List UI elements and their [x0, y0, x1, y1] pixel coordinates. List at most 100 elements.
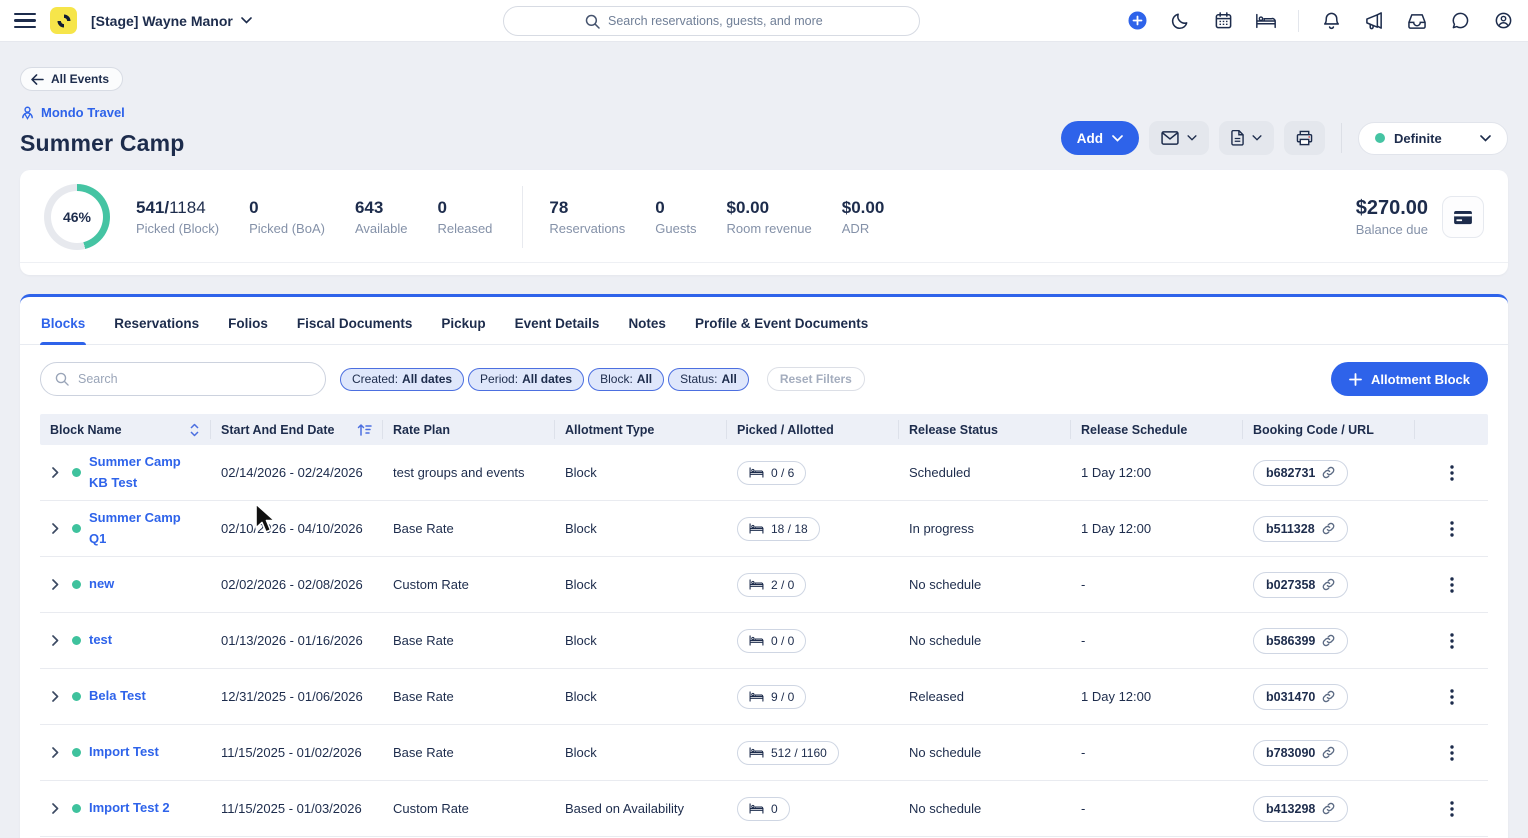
stat-label: Picked (BoA): [249, 221, 325, 236]
booking-code-chip[interactable]: b027358: [1253, 572, 1348, 598]
column-header-allotment-type[interactable]: Allotment Type: [555, 420, 727, 439]
tab-profile-event-documents[interactable]: Profile & Event Documents: [694, 297, 869, 344]
row-menu-kebab-icon[interactable]: [1442, 685, 1462, 709]
block-name-link[interactable]: Summer Camp Q1: [89, 508, 201, 548]
stat-value: $0.00: [726, 198, 811, 218]
expand-row-icon[interactable]: [46, 575, 64, 593]
column-header-rate-plan[interactable]: Rate Plan: [383, 420, 555, 439]
release-status-cell: In progress: [899, 515, 1071, 542]
stat-room-revenue: $0.00Room revenue: [726, 198, 811, 236]
block-status-dot: [72, 804, 81, 813]
block-name-link[interactable]: Import Test: [89, 742, 159, 762]
column-header-booking-code-url[interactable]: Booking Code / URL: [1243, 420, 1415, 439]
row-menu-kebab-icon[interactable]: [1442, 573, 1462, 597]
booking-code-chip[interactable]: b511328: [1253, 516, 1348, 542]
documents-actions-button[interactable]: [1219, 121, 1274, 155]
quick-add-icon[interactable]: [1126, 10, 1148, 32]
block-name-link[interactable]: Bela Test: [89, 686, 146, 706]
expand-row-icon[interactable]: [46, 520, 64, 538]
column-header-start-and-end-date[interactable]: Start And End Date: [211, 420, 383, 439]
stats-divider: [522, 186, 523, 248]
filter-pill-created[interactable]: Created: All dates: [340, 368, 464, 391]
booking-code-chip[interactable]: b783090: [1253, 740, 1348, 766]
print-button[interactable]: [1284, 121, 1325, 155]
chat-icon[interactable]: [1449, 10, 1471, 32]
add-allotment-block-button[interactable]: Allotment Block: [1331, 362, 1488, 396]
add-button[interactable]: Add: [1061, 121, 1139, 155]
expand-row-icon[interactable]: [46, 464, 64, 482]
tab-event-details[interactable]: Event Details: [514, 297, 601, 344]
credit-card-icon: [1453, 210, 1473, 225]
column-header-block-name[interactable]: Block Name: [40, 420, 211, 439]
filter-pill-status[interactable]: Status: All: [668, 368, 749, 391]
tab-folios[interactable]: Folios: [227, 297, 269, 344]
block-name-link[interactable]: Summer Camp KB Test: [89, 452, 201, 492]
expand-row-icon[interactable]: [46, 743, 64, 761]
blocks-search-input[interactable]: [78, 372, 288, 386]
reset-filters-button[interactable]: Reset Filters: [767, 367, 865, 391]
stat-released: 0Released: [437, 198, 492, 236]
expand-row-icon[interactable]: [46, 799, 64, 817]
booking-code-chip[interactable]: b682731: [1253, 460, 1348, 486]
sort-icon[interactable]: [189, 423, 200, 437]
chevron-down-icon: [1480, 135, 1491, 142]
account-avatar-icon[interactable]: [1492, 10, 1514, 32]
brand-logo[interactable]: [50, 7, 77, 34]
column-header-picked-allotted[interactable]: Picked / Allotted: [727, 420, 899, 439]
payments-button[interactable]: [1442, 196, 1484, 238]
tab-reservations[interactable]: Reservations: [113, 297, 200, 344]
tab-notes[interactable]: Notes: [627, 297, 667, 344]
row-menu-kebab-icon[interactable]: [1442, 629, 1462, 653]
picked-allotted-chip: 0: [737, 797, 790, 821]
block-status-dot: [72, 692, 81, 701]
filter-pills: Created: All datesPeriod: All datesBlock…: [336, 368, 749, 391]
chevron-down-icon: [1252, 135, 1262, 141]
row-menu-kebab-icon[interactable]: [1442, 741, 1462, 765]
picked-allotted-cell: 512 / 1160: [727, 735, 899, 771]
booking-code-chip[interactable]: b586399: [1253, 628, 1348, 654]
dark-mode-icon[interactable]: [1169, 10, 1191, 32]
menu-icon[interactable]: [14, 10, 36, 32]
block-name-link[interactable]: test: [89, 630, 112, 650]
block-name-link[interactable]: Import Test 2: [89, 798, 170, 818]
row-actions-cell: [1415, 679, 1488, 715]
expand-row-icon[interactable]: [46, 687, 64, 705]
allotment-type-cell: Block: [555, 459, 727, 486]
expand-row-icon[interactable]: [46, 631, 64, 649]
picked-allotted-cell: 2 / 0: [727, 567, 899, 603]
release-status-cell: No schedule: [899, 571, 1071, 598]
event-status-selector[interactable]: Definite: [1358, 122, 1508, 155]
balance-due-label: Balance due: [1356, 222, 1428, 237]
tab-fiscal-documents[interactable]: Fiscal Documents: [296, 297, 414, 344]
column-header-actions: [1415, 420, 1488, 439]
column-header-release-schedule[interactable]: Release Schedule: [1071, 420, 1243, 439]
calendar-icon[interactable]: [1212, 10, 1234, 32]
row-menu-kebab-icon[interactable]: [1442, 461, 1462, 485]
global-search-input[interactable]: [608, 14, 838, 28]
row-menu-kebab-icon[interactable]: [1442, 517, 1462, 541]
back-to-all-events-button[interactable]: All Events: [20, 67, 123, 91]
row-menu-kebab-icon[interactable]: [1442, 797, 1462, 821]
filter-pill-period[interactable]: Period: All dates: [468, 368, 584, 391]
sort-active-icon[interactable]: [357, 423, 372, 436]
inbox-icon[interactable]: [1406, 10, 1428, 32]
table-row: Summer Camp Q102/10/2026 - 04/10/2026Bas…: [40, 501, 1488, 557]
email-actions-button[interactable]: [1149, 121, 1209, 155]
notifications-bell-icon[interactable]: [1320, 10, 1342, 32]
tab-pickup[interactable]: Pickup: [440, 297, 486, 344]
column-header-release-status[interactable]: Release Status: [899, 420, 1071, 439]
blocks-search[interactable]: [40, 362, 326, 396]
table-row: Import Test11/15/2025 - 01/02/2026Base R…: [40, 725, 1488, 781]
release-schedule-cell: 1 Day 12:00: [1071, 515, 1243, 542]
travel-agency-link[interactable]: Mondo Travel: [20, 105, 125, 120]
block-name-link[interactable]: new: [89, 574, 114, 594]
rooms-bed-icon[interactable]: [1255, 10, 1277, 32]
booking-code-chip[interactable]: b031470: [1253, 684, 1348, 710]
property-selector[interactable]: [Stage] Wayne Manor: [91, 13, 252, 29]
tab-blocks[interactable]: Blocks: [40, 297, 86, 344]
booking-code-chip[interactable]: b413298: [1253, 796, 1348, 822]
announcements-megaphone-icon[interactable]: [1363, 10, 1385, 32]
filter-pill-block[interactable]: Block: All: [588, 368, 664, 391]
start-end-date-cell: 01/13/2026 - 01/16/2026: [211, 627, 383, 654]
global-search[interactable]: [503, 6, 920, 36]
